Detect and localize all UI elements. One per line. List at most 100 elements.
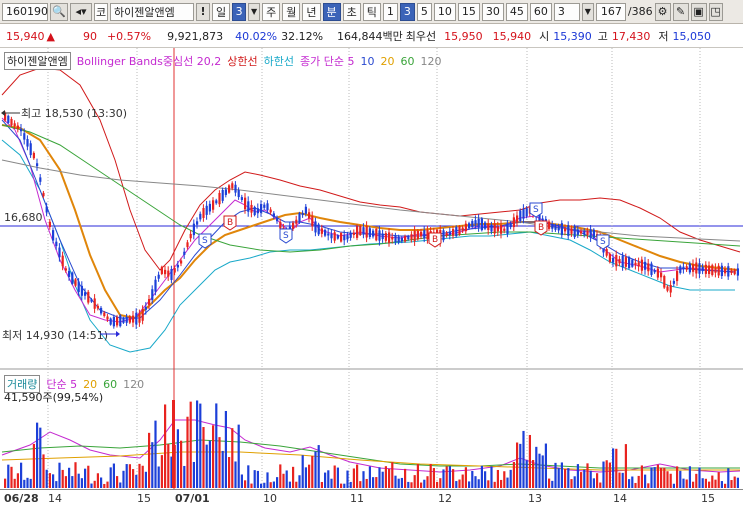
interval-10[interactable]: 10 [433,2,456,21]
interval-30[interactable]: 30 [481,2,504,21]
candle-body [208,203,211,212]
legend-ma60[interactable]: 60 [400,55,414,68]
volume-bar [602,461,605,488]
legend-bollinger[interactable]: Bollinger Bands중심선 20,2 [77,53,222,69]
volume-bar [221,450,224,488]
candle-body [87,291,90,303]
volume-bar [172,400,175,488]
hline-label: 16,680 [4,211,43,224]
candle-body [615,255,618,267]
count-chevron-down-icon[interactable]: ▼ [581,2,594,21]
volume-bar [295,481,298,488]
sound-icon[interactable]: ◂▾ [70,2,92,21]
candle-body [90,299,93,302]
candle-body [138,313,141,323]
settings-icon[interactable]: ⚙ [654,2,671,21]
volume-bar [52,474,55,488]
volume-bar [685,479,688,488]
legend-stock-name[interactable]: 하이젠알앤엠 [4,52,71,70]
volume-bar [736,477,739,488]
stock-code-input[interactable]: 160190 [2,2,48,21]
interval-5[interactable]: 5 [416,2,432,21]
volume-bar [160,455,163,488]
legend-lower[interactable]: 하한선 [264,53,294,69]
svg-text:B: B [538,223,544,233]
candle-body [26,139,29,147]
x-tick: 13 [528,492,542,505]
stock-name-field[interactable]: 하이젠알앤엠 [110,2,194,21]
year-button[interactable]: 년 [302,2,321,21]
save-icon[interactable]: ▣ [690,2,707,21]
candle-body [720,265,723,277]
volume-bar [436,481,439,488]
candle-body [16,125,19,130]
candle-body [637,262,640,267]
stock-search-icon[interactable]: 🔍 [50,2,68,21]
change-value: 90 [82,29,97,43]
interval-1[interactable]: 1 [382,2,398,21]
current-price: 15,940 [6,29,45,43]
candle-body [170,269,173,280]
volume-bar [189,401,192,488]
candle-body [32,152,35,159]
candle-body [477,218,480,228]
volume-bar [708,481,711,488]
x-tick: 15 [701,492,715,505]
volume-bar [100,477,103,488]
month-button[interactable]: 월 [282,2,301,21]
interval-3[interactable]: 3 [399,2,415,21]
volume-bar [320,481,323,488]
interval-15[interactable]: 15 [457,2,480,21]
candle-body [240,197,243,200]
candle-body [164,269,167,275]
volume-bar [317,445,320,488]
count-select[interactable]: 3 [553,2,580,21]
legend-ma20[interactable]: 20 [380,55,394,68]
volume-bar [343,483,346,488]
minute-button[interactable]: 분 [322,2,341,21]
legend-ma10[interactable]: 10 [360,55,374,68]
period-select[interactable]: 3 [232,2,247,21]
volume-bar [580,472,583,488]
volume-bar [186,416,189,488]
volume-bar [176,429,179,488]
candle-body [628,257,631,269]
interval-60[interactable]: 60 [529,2,552,21]
legend-ma120[interactable]: 120 [420,55,441,68]
candle-body [199,213,202,220]
legend-upper[interactable]: 상한선 [227,53,257,69]
volume-bar [503,471,506,488]
week-button[interactable]: 주 [262,2,281,21]
more-icon[interactable]: ◳ [708,2,723,21]
volume-value-label: 41,590주(99,54%) [4,391,104,404]
volume-bar [404,468,407,488]
interval-45[interactable]: 45 [505,2,528,21]
day-button[interactable]: 일 [212,2,231,21]
candle-body [586,231,589,236]
chevron-down-icon[interactable]: ▼ [248,2,261,21]
warning-button[interactable]: ! [196,2,210,21]
volume-bar [84,468,87,488]
candle-body [186,242,189,248]
candle-body [695,262,698,274]
volume-bar [74,462,77,488]
price-chart[interactable]: S B S B S B S 최고 18,530 (13:30) 최저 14,93… [0,48,743,489]
candle-body [452,229,455,236]
candle-body [605,249,608,256]
candle-body [295,219,298,224]
second-button[interactable]: 초 [342,2,361,21]
candle-body [484,222,487,229]
draw-icon[interactable]: ✎ [672,2,689,21]
candle-body [474,220,477,225]
page-current[interactable]: 167 [595,2,626,21]
legend-ma[interactable]: 종가 단순 5 [300,53,354,69]
price-legend: 하이젠알앤엠 Bollinger Bands중심선 20,2 상한선 하한선 종… [4,52,441,70]
legend-volume-ma60[interactable]: 60 [103,378,117,391]
low-annotation: 최저 14,930 (14:51) [2,329,108,342]
tick-button[interactable]: 틱 [362,2,381,21]
volume-bar [391,462,394,488]
candle-body [202,208,205,218]
volume-bar [292,466,295,488]
legend-volume-ma120[interactable]: 120 [123,378,144,391]
candle-body [672,280,675,284]
